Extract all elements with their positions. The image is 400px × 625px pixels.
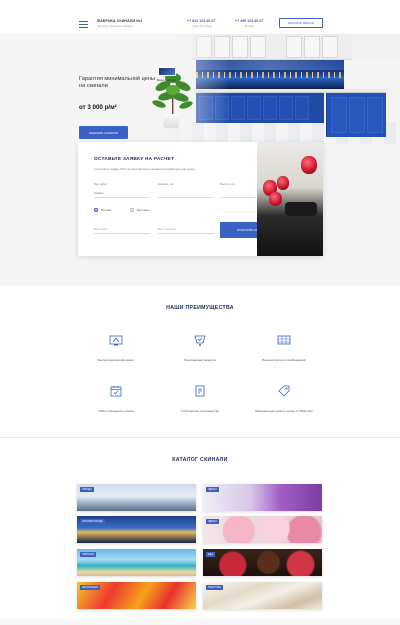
form-title: ОСТАВЬТЕ ЗАЯВКУ НА РАСЧЕТ	[94, 157, 175, 162]
advantage-text: Пожизненная гарантия	[184, 358, 216, 362]
corner-cabinet	[326, 93, 386, 137]
name-placeholder: Ваше имя	[94, 227, 107, 231]
advantage-item: Минимальная цена в городе от 3000 р/м²	[249, 384, 319, 413]
factory-icon	[195, 385, 205, 397]
advantage-item: Бесплатный дизайн-макет	[81, 333, 151, 362]
tile-tag: ЕДА	[206, 552, 215, 557]
height-input[interactable]	[220, 189, 255, 198]
site-header: ФАБРИКА СКИНАЛИ №1 фабрика стеклянных ск…	[0, 0, 400, 34]
upper-cabinet-right	[352, 34, 400, 60]
radio-on-icon[interactable]	[94, 208, 98, 212]
section-divider	[0, 284, 400, 285]
option-delivery-label: Доставка	[137, 208, 150, 212]
catalog-tile-food[interactable]: ЕДА	[203, 549, 322, 576]
page-bottom	[0, 619, 400, 625]
advantage-text: Минимальная цена в городе от 3000 р/м²	[255, 409, 313, 413]
phone-msk-note: Москва	[245, 25, 254, 28]
phone-spb[interactable]: +7 812 123-45-67	[187, 19, 215, 23]
advantage-item: 100% соблюдение сроков	[81, 384, 151, 413]
catalog-tile-abstract[interactable]: АБСТРАКЦИЯ	[77, 582, 196, 609]
menu-icon[interactable]	[79, 21, 88, 28]
option-delivery[interactable]: Доставка	[130, 208, 149, 212]
type-label: Вид работ	[94, 182, 108, 186]
tile-tag: ТЕКСТУРЫ	[206, 585, 223, 590]
catalog-title: КАТАЛОГ СКИНАЛИ	[172, 457, 228, 463]
phone-placeholder: Ваш телефон	[158, 227, 176, 231]
phone-input[interactable]: Ваш телефон	[158, 225, 214, 234]
catalog-tile-flowers[interactable]: ЦВЕТЫ	[203, 484, 322, 511]
name-input[interactable]: Ваше имя	[94, 225, 150, 234]
plant-pot	[163, 114, 179, 128]
catalog-tile-textures[interactable]: ТЕКСТУРЫ	[203, 582, 322, 609]
calendar-icon	[110, 386, 122, 397]
width-label: Ширина, см	[158, 182, 174, 186]
catalog-tile-landscapes[interactable]: ПЕЙЗАЖИ	[77, 549, 196, 576]
advantage-text: Бесплатный дизайн-макет	[97, 358, 135, 362]
hero-title: Гарантия минимальной цены на скинали	[79, 76, 155, 89]
tile-tag: ЦВЕТЫ	[206, 487, 219, 492]
advantage-item: Пожизненная гарантия	[165, 333, 235, 362]
advantage-text: Большой каталог изображений	[262, 358, 306, 362]
catalog-icon	[277, 335, 291, 345]
catalog-tile-flowers-2[interactable]: ЦВЕТЫ	[203, 516, 322, 543]
tile-tag: ЦВЕТЫ	[206, 519, 219, 524]
advantages-title: НАШИ ПРЕИМУЩЕСТВА	[166, 305, 234, 311]
hero-price: от 3 000 р/м²	[79, 104, 117, 111]
form-subtitle: и получите скидку 10% на изготовление ск…	[94, 167, 195, 171]
option-installation[interactable]: Монтаж	[94, 208, 111, 212]
tile-tag: ГОРОДА	[80, 487, 94, 492]
catalog-tile-cities[interactable]: ГОРОДА	[77, 484, 196, 511]
width-input[interactable]	[158, 189, 213, 198]
phone-spb-note: Санкт-Петербург	[192, 25, 213, 28]
type-select-value: Стекло	[94, 191, 104, 195]
tile-tag: НОЧНЫЕ ГОРОДА	[80, 519, 105, 524]
tile-tag: ПЕЙЗАЖИ	[80, 552, 96, 557]
option-installation-label: Монтаж	[101, 208, 112, 212]
video-thumbnail-label[interactable]: Видео о скинали	[157, 79, 176, 82]
video-thumbnail[interactable]	[158, 67, 176, 76]
designer-icon	[109, 335, 123, 346]
order-skinali-button[interactable]: ЗАКАЗАТЬ СКИНАЛИ	[79, 126, 128, 139]
radio-off-icon[interactable]	[130, 208, 134, 212]
height-label: Высота, см	[220, 182, 235, 186]
advantage-item: Собственное производство	[165, 384, 235, 413]
catalog-tile-night-cities[interactable]: НОЧНЫЕ ГОРОДА	[77, 516, 196, 543]
tile-tag: АБСТРАКЦИЯ	[80, 585, 100, 590]
warranty-icon	[194, 335, 206, 346]
logo-title[interactable]: ФАБРИКА СКИНАЛИ №1	[97, 19, 142, 23]
advantage-item: Большой каталог изображений	[249, 333, 319, 362]
logo-subtitle: фабрика стеклянных скинали	[97, 25, 133, 28]
advantage-text: Собственное производство	[180, 409, 220, 413]
type-select[interactable]: Стекло	[94, 189, 149, 198]
price-icon	[278, 385, 290, 397]
form-kitchen-photo	[257, 142, 323, 256]
section-divider	[0, 437, 400, 438]
advantage-text: 100% соблюдение сроков	[98, 409, 134, 413]
request-form-card: ОСТАВЬТЕ ЗАЯВКУ НА РАСЧЕТ и получите ски…	[78, 142, 323, 256]
call-request-button[interactable]: ЗАКАЗАТЬ ЗВОНОК	[279, 18, 323, 28]
phone-msk[interactable]: +7 499 123-45-67	[235, 19, 263, 23]
